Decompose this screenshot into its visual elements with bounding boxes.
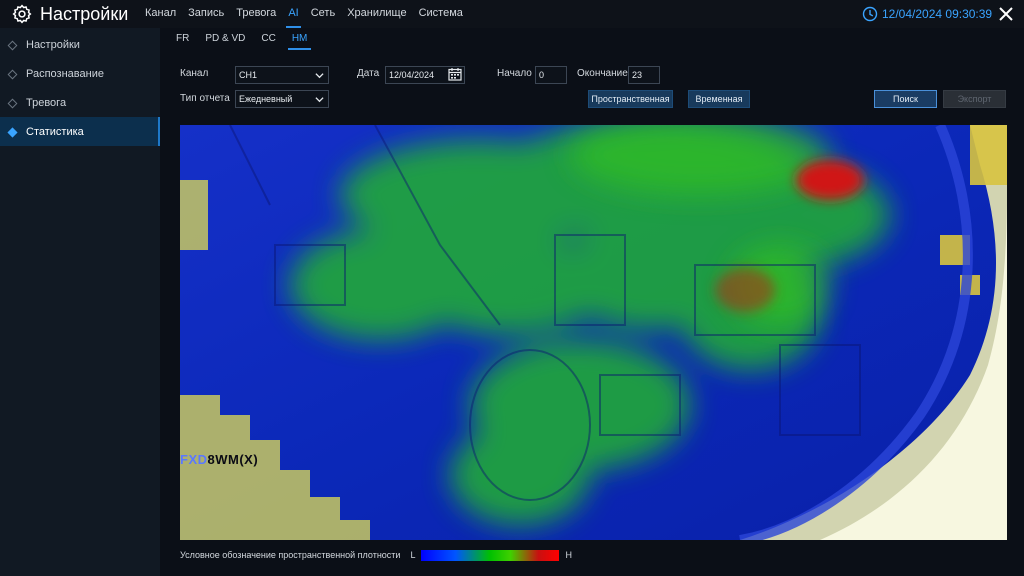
tab-pd-vd[interactable]: PD & VD: [199, 28, 251, 50]
start-value: 0: [539, 70, 545, 80]
date-value: 12/04/2024: [389, 70, 435, 80]
report-type-label: Тип отчета: [180, 93, 230, 104]
sidebar-item-alarm[interactable]: Тревога: [0, 88, 160, 117]
top-nav: Канал Запись Тревога AI Сеть Хранилище С…: [140, 0, 470, 28]
sidebar-item-label: Распознавание: [26, 67, 104, 80]
nav-item-record[interactable]: Запись: [183, 0, 229, 28]
density-red: [796, 160, 864, 200]
search-button[interactable]: Поиск: [874, 90, 937, 108]
diamond-icon: [7, 40, 18, 51]
chevron-down-icon: [315, 73, 324, 79]
sidebar-item-label: Статистика: [26, 125, 84, 138]
temporal-button[interactable]: Временная: [688, 90, 750, 108]
nav-item-ai[interactable]: AI: [283, 0, 303, 28]
tab-cc[interactable]: CC: [255, 28, 281, 50]
spatial-button[interactable]: Пространственная: [588, 90, 673, 108]
start-hour-field[interactable]: 0: [535, 66, 567, 84]
nav-item-network[interactable]: Сеть: [306, 0, 340, 28]
export-button[interactable]: Экспорт: [943, 90, 1006, 108]
chevron-down-icon: [315, 97, 324, 103]
report-type-value: Ежедневный: [239, 94, 293, 104]
start-label: Начало: [497, 68, 532, 79]
gear-icon: [12, 4, 32, 24]
nav-item-alarm[interactable]: Тревога: [231, 0, 281, 28]
sidebar: Настройки Распознавание Тревога Статисти…: [0, 28, 160, 576]
sub-tabs: FR PD & VD CC HM: [170, 28, 317, 50]
nav-item-storage[interactable]: Хранилище: [342, 0, 411, 28]
camera-model-overlay: FXD8WM(X): [180, 452, 259, 467]
heatmap-view: FXD8WM(X): [180, 125, 1007, 540]
sidebar-item-label: Настройки: [26, 38, 80, 51]
clock-icon: [862, 6, 878, 22]
page-title: Настройки: [40, 3, 129, 24]
sidebar-item-recognition[interactable]: Распознавание: [0, 59, 160, 88]
density-legend: Условное обозначение пространственной пл…: [180, 548, 572, 562]
calendar-icon[interactable]: [448, 67, 462, 81]
sidebar-item-statistics[interactable]: Статистика: [0, 117, 160, 146]
nav-item-channel[interactable]: Канал: [140, 0, 181, 28]
datetime-text: 12/04/2024 09:30:39: [882, 7, 993, 21]
tab-hm[interactable]: HM: [286, 28, 314, 50]
clock: 12/04/2024 09:30:39: [862, 5, 992, 23]
nav-item-system[interactable]: Система: [414, 0, 468, 28]
end-hour-field[interactable]: 23: [628, 66, 660, 84]
top-bar: Настройки Канал Запись Тревога AI Сеть Х…: [0, 0, 1024, 28]
report-type-select[interactable]: Ежедневный: [235, 90, 329, 108]
heatmap-image: [180, 125, 1007, 540]
legend-low-label: L: [410, 550, 416, 560]
diamond-icon: [7, 98, 18, 109]
sidebar-item-label: Тревога: [26, 96, 67, 109]
diamond-icon: [7, 127, 18, 138]
legend-high-label: H: [565, 550, 572, 560]
diamond-icon: [7, 69, 18, 80]
close-icon[interactable]: [996, 4, 1016, 24]
app-title: Настройки: [12, 3, 128, 25]
legend-caption: Условное обозначение пространственной пл…: [180, 550, 401, 560]
date-label: Дата: [357, 68, 380, 79]
sidebar-item-settings[interactable]: Настройки: [0, 30, 160, 59]
channel-value: CH1: [239, 70, 258, 80]
channel-select[interactable]: CH1: [235, 66, 329, 84]
tab-fr[interactable]: FR: [170, 28, 195, 50]
end-label: Окончание: [577, 68, 628, 79]
legend-gradient-bar: [421, 549, 560, 561]
end-value: 23: [632, 70, 643, 80]
channel-label: Канал: [180, 68, 209, 79]
